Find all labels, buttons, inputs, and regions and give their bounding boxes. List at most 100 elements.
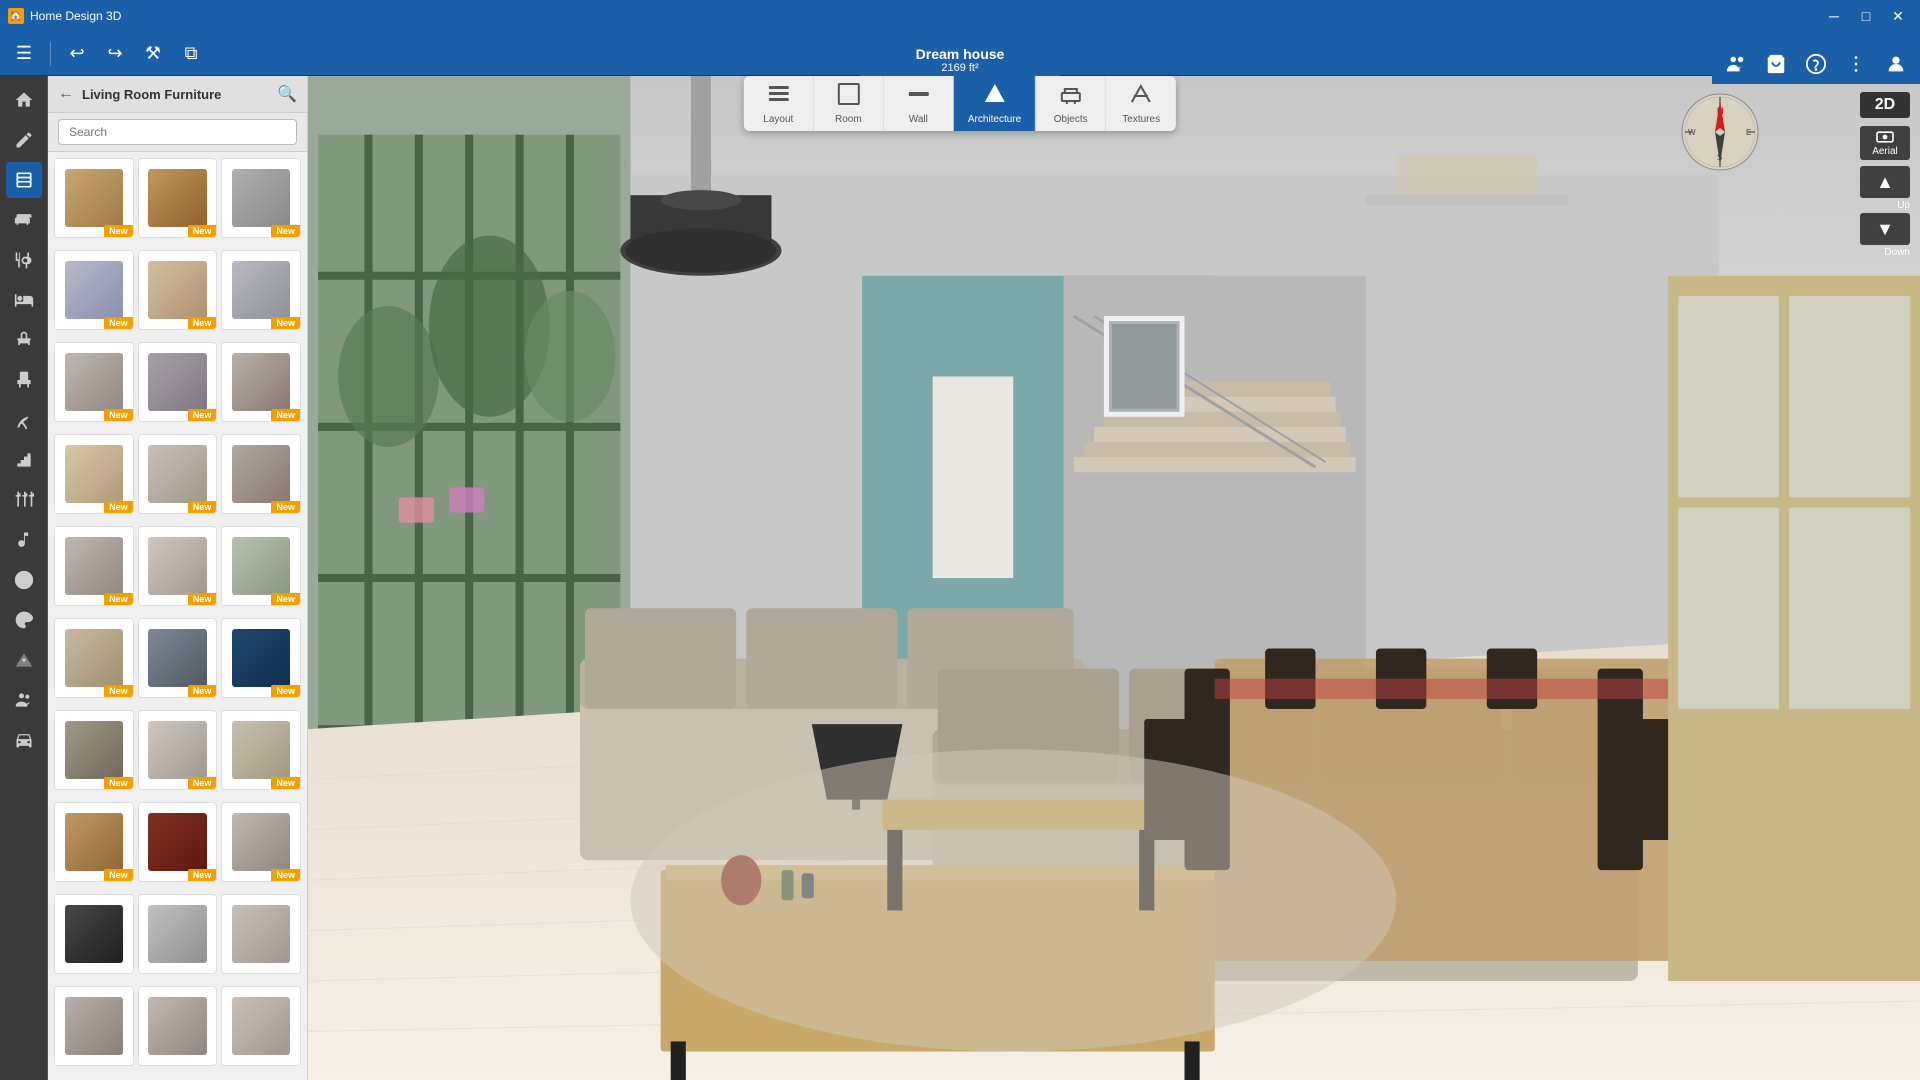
- furniture-item-28[interactable]: [54, 986, 134, 1066]
- objects-icon: [1059, 82, 1083, 112]
- furniture-item-4[interactable]: New: [54, 250, 134, 330]
- furniture-item-14[interactable]: New: [138, 526, 218, 606]
- furniture-item-24[interactable]: New: [221, 802, 301, 882]
- user-btn[interactable]: [1880, 48, 1912, 80]
- furniture-item-6[interactable]: New: [221, 250, 301, 330]
- people-btn[interactable]: [1720, 48, 1752, 80]
- menu-btn[interactable]: ☰: [8, 38, 40, 70]
- furniture-item-20[interactable]: New: [138, 710, 218, 790]
- sidebar-people-btn[interactable]: [6, 682, 42, 718]
- new-badge: New: [271, 501, 300, 513]
- sidebar-outdoor-btn[interactable]: [6, 402, 42, 438]
- new-badge: New: [188, 685, 217, 697]
- sidebar-kitchen-btn[interactable]: [6, 242, 42, 278]
- new-badge: New: [188, 593, 217, 605]
- furniture-item-15[interactable]: New: [221, 526, 301, 606]
- furniture-item-5[interactable]: New: [138, 250, 218, 330]
- tab-architecture-label: Architecture: [968, 114, 1021, 125]
- furniture-item-19[interactable]: New: [54, 710, 134, 790]
- tab-layout[interactable]: Layout: [744, 76, 814, 131]
- furniture-item-17[interactable]: New: [138, 618, 218, 698]
- app-icon: 🏠: [8, 8, 24, 24]
- furniture-item-30[interactable]: [221, 986, 301, 1066]
- new-badge: New: [188, 225, 217, 237]
- project-title-bar: Dream house 2169 ft²: [860, 44, 1060, 76]
- sidebar-home-btn[interactable]: [6, 82, 42, 118]
- furniture-item-29[interactable]: [138, 986, 218, 1066]
- sidebar-fence-btn[interactable]: [6, 482, 42, 518]
- search-input[interactable]: [58, 119, 297, 145]
- aerial-label: Aerial: [1872, 146, 1898, 157]
- new-badge: New: [271, 317, 300, 329]
- more-btn[interactable]: [1840, 48, 1872, 80]
- textures-icon: [1129, 82, 1153, 112]
- new-badge: New: [188, 501, 217, 513]
- project-name: Dream house: [876, 46, 1044, 62]
- btn-2d[interactable]: 2D: [1860, 92, 1910, 118]
- viewport[interactable]: N S W E 2D Aerial ▲ Up ▼ Down: [308, 76, 1920, 1080]
- svg-text:W: W: [1688, 128, 1696, 137]
- undo-btn[interactable]: ↩: [61, 38, 93, 70]
- panel-back-btn[interactable]: ←: [58, 85, 74, 103]
- new-badge: New: [271, 869, 300, 881]
- tab-textures[interactable]: Textures: [1106, 76, 1176, 131]
- sidebar-music-btn[interactable]: [6, 522, 42, 558]
- panel-search-btn[interactable]: 🔍: [277, 84, 297, 104]
- up-btn[interactable]: ▲: [1860, 166, 1910, 198]
- sidebar-horse-btn[interactable]: [6, 322, 42, 358]
- svg-text:S: S: [1717, 153, 1722, 162]
- help-btn[interactable]: [1800, 48, 1832, 80]
- sidebar-layers-btn[interactable]: [6, 162, 42, 198]
- sidebar-cars-btn[interactable]: [6, 722, 42, 758]
- furniture-item-11[interactable]: New: [138, 434, 218, 514]
- furniture-item-26[interactable]: [138, 894, 218, 974]
- maximize-btn[interactable]: □: [1852, 2, 1880, 30]
- furniture-item-27[interactable]: [221, 894, 301, 974]
- furniture-item-12[interactable]: New: [221, 434, 301, 514]
- furniture-item-3[interactable]: New: [221, 158, 301, 238]
- furniture-item-13[interactable]: New: [54, 526, 134, 606]
- new-badge: New: [104, 409, 133, 421]
- furniture-item-22[interactable]: New: [54, 802, 134, 882]
- center-toolbar: Layout Room Wall Architecture Objects: [744, 76, 1176, 131]
- sidebar-bed-btn[interactable]: [6, 282, 42, 318]
- close-btn[interactable]: ✕: [1884, 2, 1912, 30]
- furniture-item-10[interactable]: New: [54, 434, 134, 514]
- sidebar-sport-btn[interactable]: [6, 562, 42, 598]
- copy-btn[interactable]: ⧉: [175, 38, 207, 70]
- view-controls: 2D Aerial ▲ Up ▼ Down: [1860, 92, 1910, 258]
- cart-btn[interactable]: [1760, 48, 1792, 80]
- down-label: Down: [1884, 247, 1910, 258]
- sidebar-misc-btn[interactable]: [6, 642, 42, 678]
- title-bar-controls[interactable]: ─ □ ✕: [1820, 2, 1912, 30]
- new-badge: New: [271, 225, 300, 237]
- furniture-item-16[interactable]: New: [54, 618, 134, 698]
- minimize-btn[interactable]: ─: [1820, 2, 1848, 30]
- furniture-item-21[interactable]: New: [221, 710, 301, 790]
- architecture-icon: [982, 82, 1006, 112]
- tab-room[interactable]: Room: [814, 76, 884, 131]
- app-title: Home Design 3D: [30, 9, 121, 23]
- sidebar-stairs-btn[interactable]: [6, 442, 42, 478]
- compass: N S W E: [1680, 92, 1760, 172]
- down-btn[interactable]: ▼: [1860, 213, 1910, 245]
- aerial-btn[interactable]: Aerial: [1860, 126, 1910, 160]
- sidebar-furniture-btn[interactable]: [6, 202, 42, 238]
- tab-architecture[interactable]: Architecture: [954, 76, 1036, 131]
- sidebar-chair-btn[interactable]: [6, 362, 42, 398]
- tab-wall[interactable]: Wall: [884, 76, 954, 131]
- furniture-item-9[interactable]: New: [221, 342, 301, 422]
- sidebar-tools-btn[interactable]: [6, 122, 42, 158]
- redo-btn[interactable]: ↪: [99, 38, 131, 70]
- tab-objects[interactable]: Objects: [1036, 76, 1106, 131]
- sidebar-art-btn[interactable]: [6, 602, 42, 638]
- furniture-item-7[interactable]: New: [54, 342, 134, 422]
- furniture-item-1[interactable]: New: [54, 158, 134, 238]
- furniture-item-23[interactable]: New: [138, 802, 218, 882]
- furniture-item-2[interactable]: New: [138, 158, 218, 238]
- furniture-item-8[interactable]: New: [138, 342, 218, 422]
- build-btn[interactable]: ⚒: [137, 38, 169, 70]
- furniture-item-25[interactable]: [54, 894, 134, 974]
- furniture-item-18[interactable]: New: [221, 618, 301, 698]
- title-bar-left: 🏠 Home Design 3D: [8, 8, 121, 24]
